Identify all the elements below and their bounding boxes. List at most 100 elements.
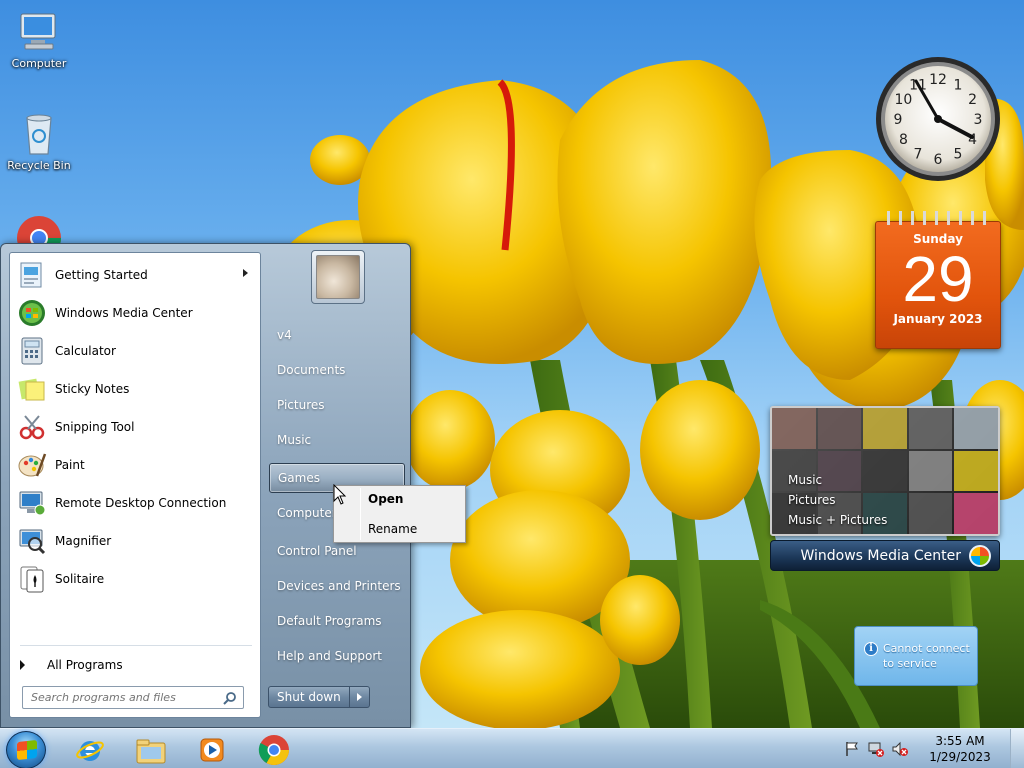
clock-numeral: 10 xyxy=(894,92,912,108)
program-snipping-tool[interactable]: Snipping Tool xyxy=(12,409,258,445)
info-icon: i xyxy=(864,642,878,656)
media-center-title: Windows Media Center xyxy=(800,547,961,564)
chrome-icon xyxy=(258,734,289,765)
context-menu: Open Rename xyxy=(333,485,466,543)
shutdown-button[interactable]: Shut down xyxy=(268,686,350,708)
program-label: Getting Started xyxy=(55,268,148,282)
service-notice-line1: Cannot connect xyxy=(883,642,970,655)
desktop-icon-recycle-bin[interactable]: Recycle Bin xyxy=(0,112,78,172)
clock-numeral: 5 xyxy=(954,147,963,163)
start-button[interactable] xyxy=(6,731,46,768)
program-label: Remote Desktop Connection xyxy=(55,496,227,510)
place-devices-printers[interactable]: Devices and Printers xyxy=(269,571,405,601)
program-label: Windows Media Center xyxy=(55,306,193,320)
service-notice-gadget[interactable]: i Cannot connect to service xyxy=(854,626,978,686)
program-label: Snipping Tool xyxy=(55,420,135,434)
place-label: Pictures xyxy=(277,398,325,412)
program-label: Sticky Notes xyxy=(55,382,130,396)
program-paint[interactable]: Paint xyxy=(12,447,258,483)
action-center-flag-icon[interactable] xyxy=(843,740,861,758)
taskbar: 3:55 AM 1/29/2023 xyxy=(0,728,1024,768)
search-icon[interactable] xyxy=(223,691,237,705)
all-programs-button[interactable]: All Programs xyxy=(20,653,250,677)
place-label: Control Panel xyxy=(277,544,357,558)
search-input[interactable] xyxy=(23,687,213,708)
clock-numeral: 9 xyxy=(894,112,903,128)
place-pictures[interactable]: Pictures xyxy=(269,390,405,420)
calendar-gadget[interactable]: Sunday 29 January 2023 xyxy=(875,211,1001,349)
clock-numeral: 8 xyxy=(899,132,908,148)
clock-gadget[interactable]: 121234567891011 xyxy=(874,55,1002,183)
network-disconnected-icon[interactable] xyxy=(867,740,885,758)
submenu-arrow-icon xyxy=(243,269,248,277)
context-menu-icon-strip xyxy=(360,488,361,540)
place-label: Default Programs xyxy=(277,614,382,628)
program-sticky-notes[interactable]: Sticky Notes xyxy=(12,371,258,407)
media-center-title-bar[interactable]: Windows Media Center xyxy=(770,540,1000,571)
clock-numeral: 12 xyxy=(929,72,947,88)
taskbar-media-player[interactable] xyxy=(184,732,240,767)
place-label: Devices and Printers xyxy=(277,579,401,593)
media-center-icon xyxy=(15,296,49,330)
user-picture[interactable] xyxy=(311,250,365,304)
place-user-folder[interactable]: v4 xyxy=(269,320,405,350)
getting-started-icon xyxy=(15,258,49,292)
sticky-notes-icon xyxy=(15,372,49,406)
program-magnifier[interactable]: Magnifier xyxy=(12,523,258,559)
place-label: Help and Support xyxy=(277,649,382,663)
all-programs-arrow-icon xyxy=(20,660,25,670)
place-help-support[interactable]: Help and Support xyxy=(269,641,405,671)
taskbar-chrome[interactable] xyxy=(246,732,302,767)
place-label: v4 xyxy=(277,328,292,342)
clock-numeral: 2 xyxy=(968,92,977,108)
program-remote-desktop[interactable]: Remote Desktop Connection xyxy=(12,485,258,521)
calculator-icon xyxy=(15,334,49,368)
desktop-icon-computer[interactable]: Computer xyxy=(0,10,78,70)
calendar-day-number: 29 xyxy=(902,243,974,315)
clock-numeral: 1 xyxy=(954,77,963,93)
place-label: Computer xyxy=(277,506,337,520)
program-windows-media-center[interactable]: Windows Media Center xyxy=(12,295,258,331)
shutdown-options-arrow-icon[interactable] xyxy=(349,686,370,708)
solitaire-icon xyxy=(15,562,49,596)
media-menu-pictures[interactable]: Pictures xyxy=(788,490,887,510)
taskbar-clock[interactable]: 3:55 AM 1/29/2023 xyxy=(922,733,998,765)
place-documents[interactable]: Documents xyxy=(269,355,405,385)
taskbar-windows-explorer[interactable] xyxy=(123,732,179,767)
place-music[interactable]: Music xyxy=(269,425,405,455)
program-label: Magnifier xyxy=(55,534,112,548)
show-desktop-button[interactable] xyxy=(1010,729,1024,768)
all-programs-label: All Programs xyxy=(47,658,123,672)
speaker-muted-icon[interactable] xyxy=(891,740,909,758)
place-label: Music xyxy=(277,433,312,447)
place-label: Games xyxy=(278,471,320,485)
program-getting-started[interactable]: Getting Started xyxy=(12,257,258,293)
taskbar-time: 3:55 AM xyxy=(935,734,985,748)
desktop-icon-label: Computer xyxy=(11,57,67,70)
taskbar-internet-explorer[interactable] xyxy=(62,732,118,767)
internet-explorer-icon xyxy=(76,740,104,761)
service-notice-line2: to service xyxy=(883,657,937,670)
calendar-binding-rings xyxy=(881,211,995,225)
windows-logo-icon xyxy=(969,544,991,567)
program-solitaire[interactable]: Solitaire xyxy=(12,561,258,597)
context-open[interactable]: Open xyxy=(368,488,403,510)
program-calculator[interactable]: Calculator xyxy=(12,333,258,369)
kitten-avatar xyxy=(316,255,360,299)
media-menu-music-pictures[interactable]: Music + Pictures xyxy=(788,510,887,530)
mouse-pointer-icon xyxy=(333,484,347,505)
place-label: Documents xyxy=(277,363,346,377)
calendar-month-year: January 2023 xyxy=(893,312,983,326)
search-box[interactable] xyxy=(22,686,244,709)
program-label: Solitaire xyxy=(55,572,105,586)
place-default-programs[interactable]: Default Programs xyxy=(269,606,405,636)
chrome-desktop-icon[interactable] xyxy=(15,214,63,244)
clock-numeral: 3 xyxy=(974,112,983,128)
windows-flag-icon xyxy=(17,739,37,761)
media-center-gadget[interactable]: Music Pictures Music + Pictures xyxy=(770,406,1000,536)
remote-desktop-icon xyxy=(15,486,49,520)
media-center-menu: Music Pictures Music + Pictures xyxy=(788,470,887,530)
media-menu-music[interactable]: Music xyxy=(788,470,887,490)
desktop-icon-label: Recycle Bin xyxy=(7,159,71,172)
context-rename[interactable]: Rename xyxy=(368,518,417,540)
